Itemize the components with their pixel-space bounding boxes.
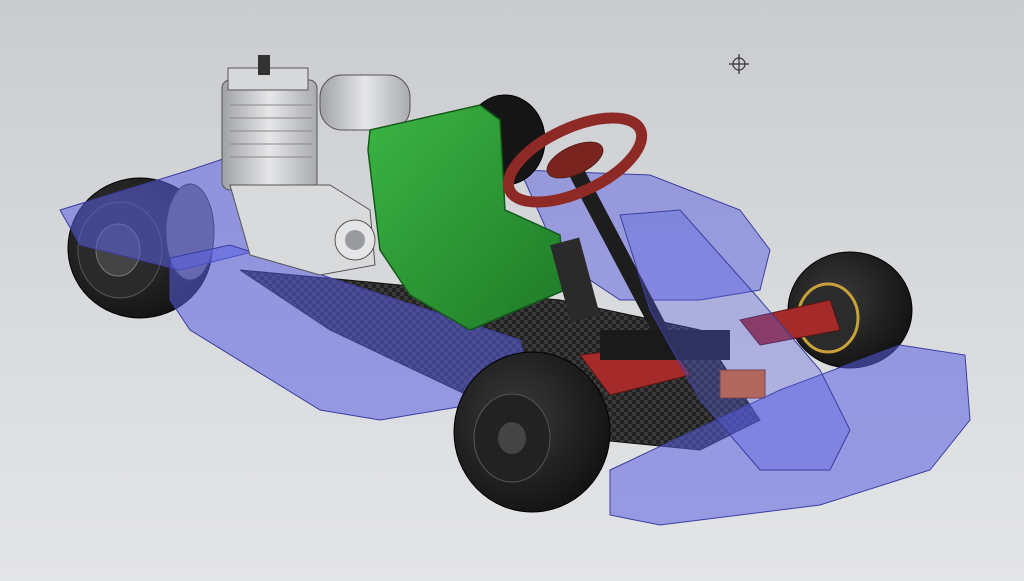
front-left-tire[interactable] [453,351,611,513]
cad-viewport[interactable] [0,0,1024,581]
crosshair-cursor-icon [729,54,749,74]
go-kart-3d-model[interactable] [0,0,1024,581]
